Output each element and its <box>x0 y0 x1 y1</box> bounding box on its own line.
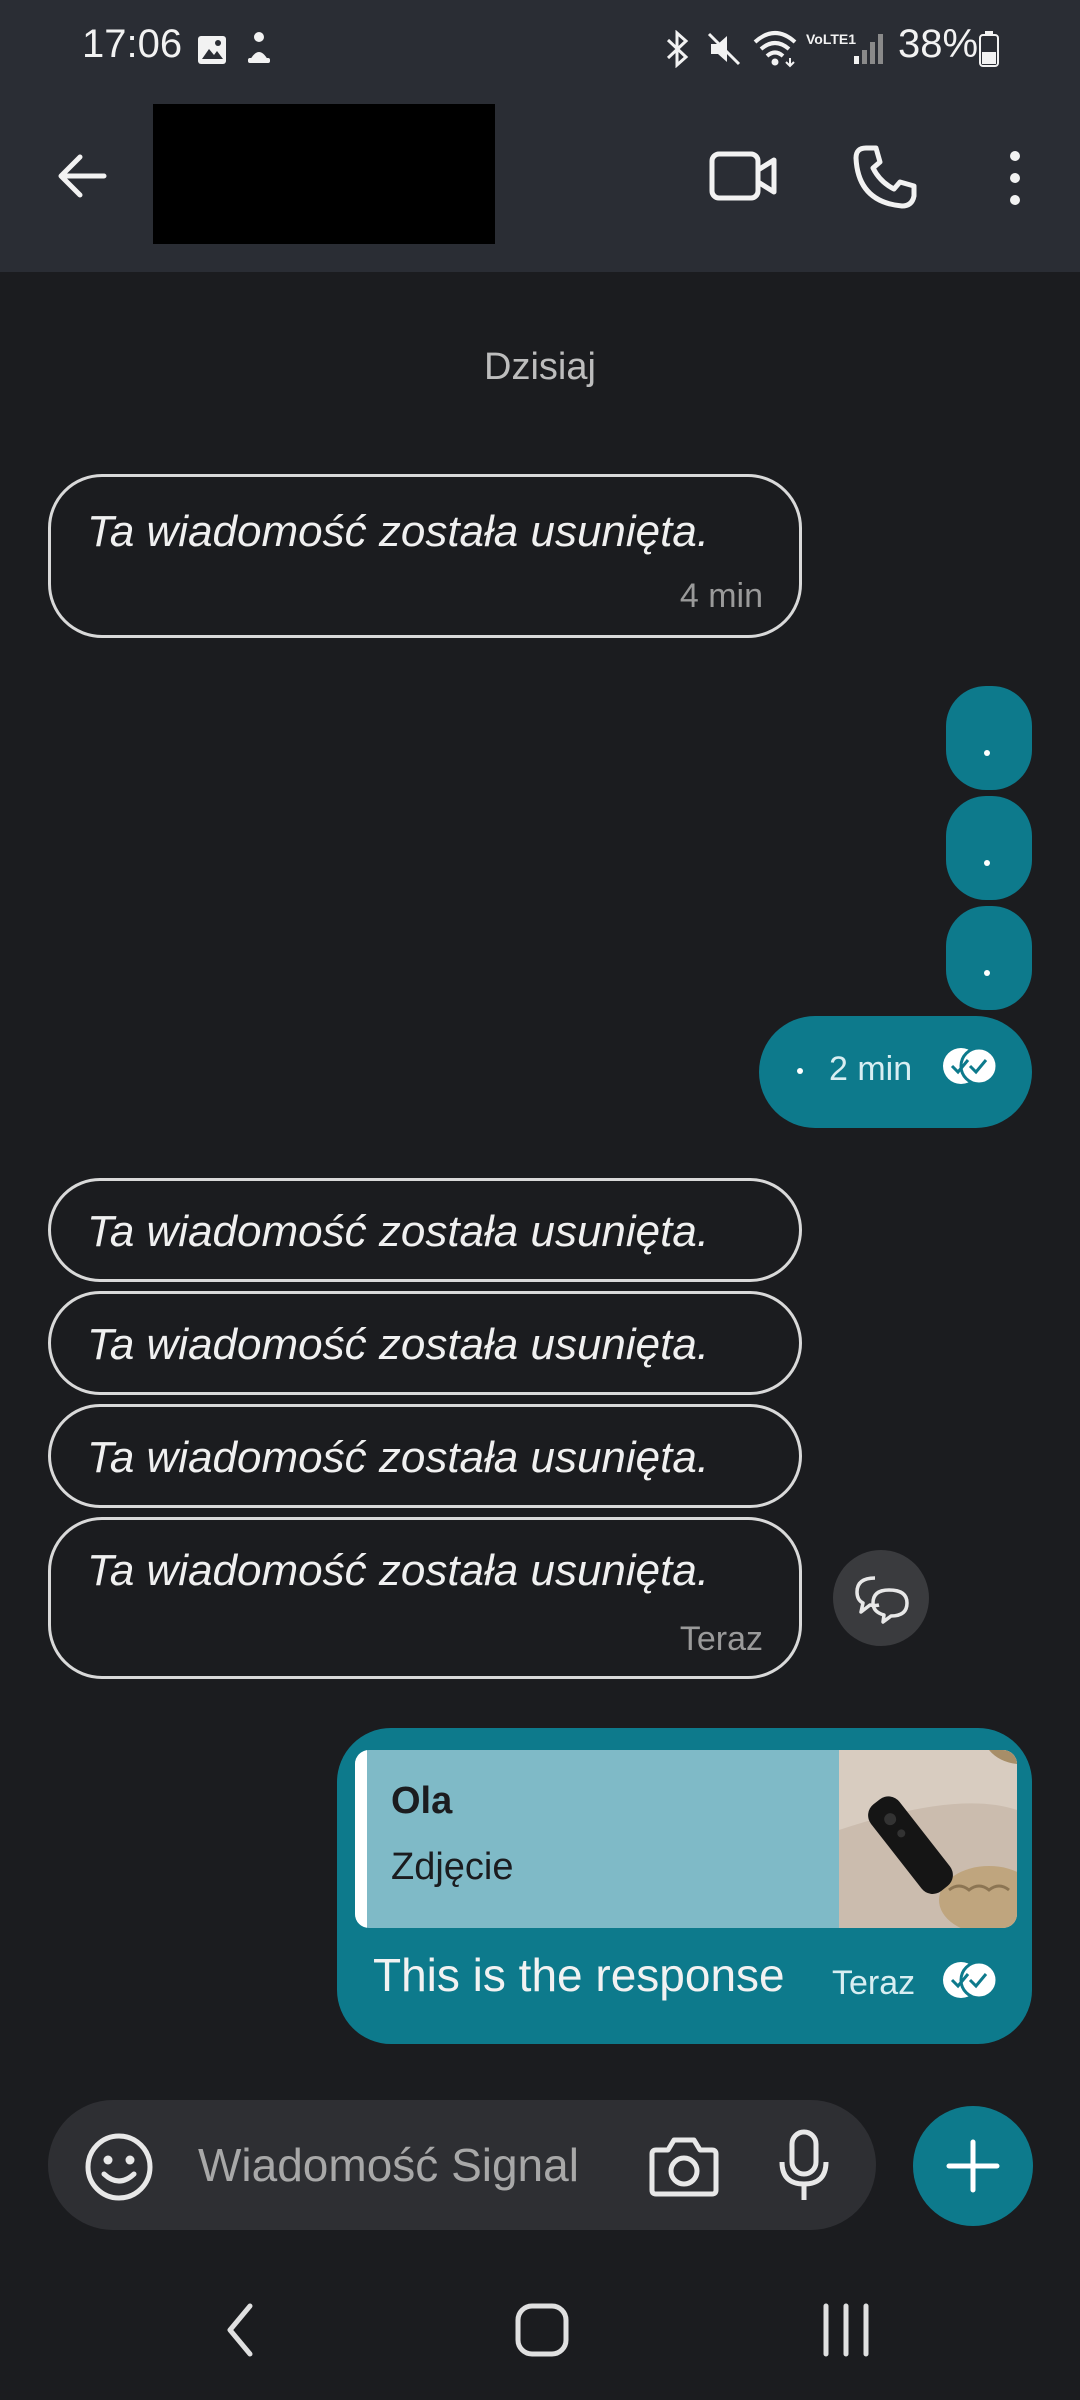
message-text: Ta wiadomość została usunięta. <box>87 507 710 556</box>
message-dot <box>984 750 990 756</box>
outgoing-message[interactable] <box>946 796 1032 900</box>
outgoing-message[interactable] <box>946 906 1032 1010</box>
message-dot <box>984 970 990 976</box>
message-text: Ta wiadomość została usunięta. <box>87 1207 710 1256</box>
image-icon <box>198 36 226 64</box>
message-time: 4 min <box>679 577 763 615</box>
outgoing-reply-message[interactable]: Ola Zdjęcie This is the response Teraz <box>337 1728 1032 2044</box>
message-text: Ta wiadomość została usunięta. <box>87 1433 710 1482</box>
message-time: Teraz <box>832 1964 916 2002</box>
camera-icon[interactable] <box>648 2134 720 2200</box>
message-text: Ta wiadomość została usunięta. <box>87 1546 710 1595</box>
incoming-message-deleted[interactable]: Ta wiadomość została usunięta. 4 min <box>48 474 802 638</box>
nav-home-icon[interactable] <box>512 2300 572 2360</box>
quote-bar <box>355 1750 367 1928</box>
date-divider: Dzisiaj <box>484 346 596 388</box>
nav-back-icon[interactable] <box>222 2300 258 2360</box>
nav-recents-icon[interactable] <box>818 2302 874 2358</box>
incoming-message-deleted[interactable]: Ta wiadomość została usunięta. <box>48 1291 802 1395</box>
quote-thumbnail-image <box>839 1750 1017 1928</box>
volte-icon: VoLTE1 <box>806 31 857 47</box>
bluetooth-icon <box>666 30 689 68</box>
outgoing-message-last[interactable]: 2 min <box>759 1016 1032 1128</box>
quoted-message[interactable]: Ola Zdjęcie <box>355 1750 1017 1928</box>
status-time: 17:06 <box>82 22 183 66</box>
incoming-message-deleted[interactable]: Ta wiadomość została usunięta. Teraz <box>48 1517 802 1679</box>
message-time: Teraz <box>679 1620 763 1658</box>
message-dot <box>797 1068 803 1074</box>
read-receipt-icon <box>943 1046 999 1086</box>
emoji-icon[interactable] <box>84 2132 154 2202</box>
quote-author: Ola <box>391 1780 453 1822</box>
quote-type: Zdjęcie <box>391 1846 514 1888</box>
message-dot <box>984 860 990 866</box>
back-arrow-icon[interactable] <box>52 146 112 206</box>
reply-icon <box>855 1576 909 1624</box>
read-receipt-icon <box>943 1960 999 2000</box>
battery-icon <box>979 31 999 67</box>
reply-button[interactable] <box>833 1550 929 1646</box>
video-call-icon[interactable] <box>708 146 778 206</box>
more-vert-icon[interactable] <box>1000 148 1030 208</box>
reply-text: This is the response <box>373 1949 785 2001</box>
incoming-message-deleted[interactable]: Ta wiadomość została usunięta. <box>48 1404 802 1508</box>
add-attachment-button[interactable] <box>913 2106 1033 2226</box>
outgoing-message[interactable] <box>946 686 1032 790</box>
message-text: Ta wiadomość została usunięta. <box>87 1320 710 1369</box>
app-notification-icon <box>248 32 270 63</box>
plus-icon <box>946 2139 1000 2193</box>
mute-icon <box>707 32 741 66</box>
battery-percentage: 38% <box>898 22 979 66</box>
signal-icon <box>854 34 883 64</box>
incoming-message-deleted[interactable]: Ta wiadomość została usunięta. <box>48 1178 802 1282</box>
contact-name-redacted[interactable] <box>153 104 495 244</box>
microphone-icon[interactable] <box>776 2128 832 2204</box>
phone-call-icon[interactable] <box>852 144 918 210</box>
message-time: 2 min <box>829 1050 913 1088</box>
wifi-icon <box>753 31 797 68</box>
message-input[interactable] <box>198 2138 618 2192</box>
